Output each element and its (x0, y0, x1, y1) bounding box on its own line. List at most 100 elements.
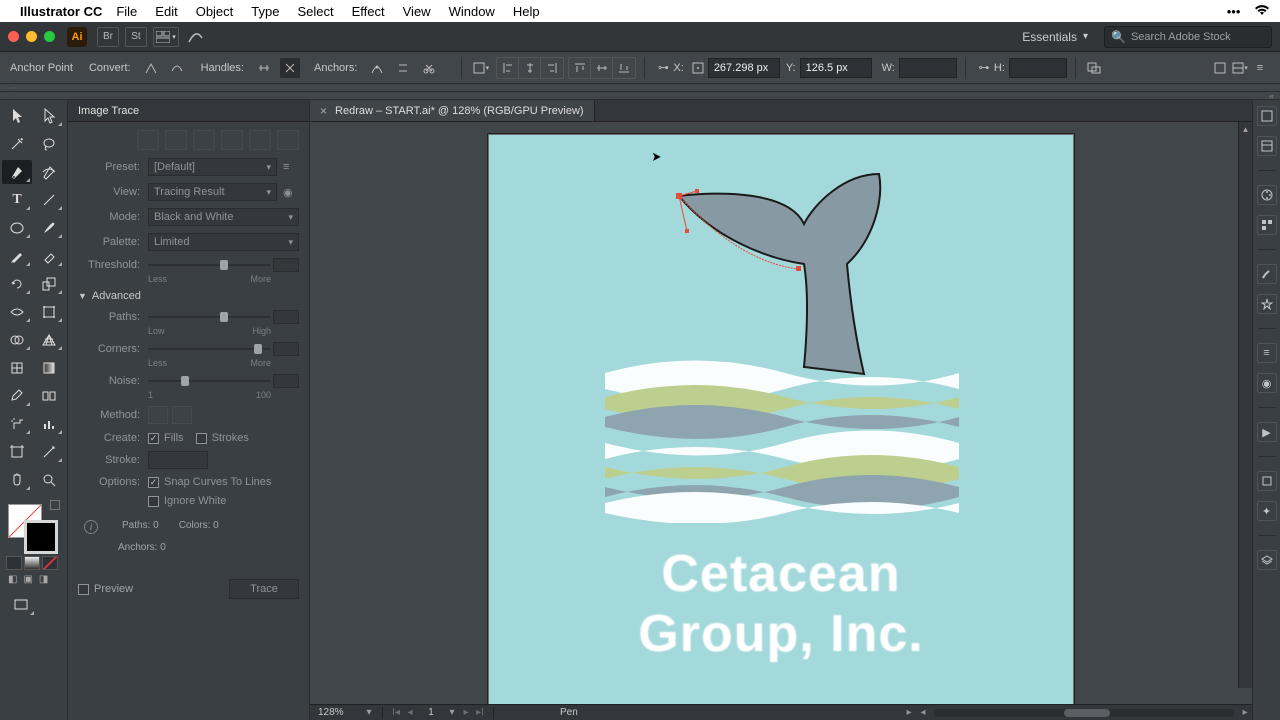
ellipsis-icon[interactable]: ••• (1227, 4, 1241, 19)
preset-lowcolor-button[interactable] (193, 130, 215, 150)
menu-select[interactable]: Select (297, 4, 333, 19)
scale-tool[interactable] (34, 272, 64, 296)
vertical-scrollbar[interactable]: ▴ (1238, 122, 1252, 688)
stock-button[interactable]: St (125, 27, 147, 47)
close-tab-icon[interactable]: × (320, 104, 327, 118)
align-right-button[interactable] (541, 58, 563, 78)
align-bottom-button[interactable] (613, 58, 635, 78)
color-panel-icon[interactable] (1257, 185, 1277, 205)
eyedropper-tool[interactable] (2, 384, 32, 408)
show-handles-button[interactable] (254, 58, 274, 78)
play-action-icon[interactable]: ▶ (1257, 422, 1277, 442)
column-graph-tool[interactable] (34, 412, 64, 436)
noise-slider[interactable] (148, 374, 299, 388)
canvas[interactable]: ➤ (310, 122, 1252, 704)
zoom-level[interactable]: 128% (318, 707, 362, 718)
menu-edit[interactable]: Edit (155, 4, 177, 19)
window-minimize-button[interactable] (26, 31, 37, 42)
menu-help[interactable]: Help (513, 4, 540, 19)
fills-checkbox[interactable] (148, 433, 159, 444)
palette-select[interactable]: Limited▾ (148, 233, 299, 251)
gradient-tool[interactable] (34, 356, 64, 380)
method-overlap-button[interactable] (172, 406, 192, 424)
zoom-tool[interactable] (34, 468, 64, 492)
libraries-panel-icon[interactable] (1257, 106, 1277, 126)
preset-bw-button[interactable] (249, 130, 271, 150)
preset-auto-button[interactable] (137, 130, 159, 150)
shape-builder-tool[interactable] (2, 328, 32, 352)
properties-panel-icon[interactable] (1257, 136, 1277, 156)
free-transform-tool[interactable] (34, 300, 64, 324)
workspace-selector[interactable]: Essentials ▾ (1022, 30, 1088, 44)
hscroll-right-arrow[interactable]: ▸ (1238, 707, 1252, 718)
slice-tool[interactable] (34, 440, 64, 464)
snap-curves-checkbox[interactable] (148, 477, 159, 488)
color-mode-gradient[interactable] (24, 556, 40, 570)
blend-tool[interactable] (34, 384, 64, 408)
pen-tool[interactable] (2, 160, 32, 184)
eraser-tool[interactable] (34, 244, 64, 268)
preset-select[interactable]: [Default]▾ (148, 158, 277, 176)
view-select[interactable]: Tracing Result▾ (148, 183, 277, 201)
remove-anchor-button[interactable] (367, 58, 387, 78)
window-zoom-button[interactable] (44, 31, 55, 42)
trace-button[interactable]: Trace (229, 579, 299, 599)
magic-wand-tool[interactable] (2, 132, 32, 156)
stock-search-field[interactable]: 🔍 Search Adobe Stock (1104, 26, 1272, 48)
gpu-preview-icon[interactable] (185, 27, 207, 47)
align-hcenter-button[interactable] (519, 58, 541, 78)
strokes-checkbox[interactable] (196, 433, 207, 444)
menu-file[interactable]: File (116, 4, 137, 19)
selection-tool[interactable] (2, 104, 32, 128)
artboard-number[interactable]: 1 (417, 707, 445, 718)
first-artboard-button[interactable]: I◂ (389, 707, 403, 718)
method-abutting-button[interactable] (148, 406, 168, 424)
link-xy-icon[interactable]: ⊶ (653, 58, 673, 78)
preset-highcolor-button[interactable] (165, 130, 187, 150)
bridge-button[interactable]: Br (97, 27, 119, 47)
image-trace-tab[interactable]: Image Trace (68, 100, 309, 122)
app-menu[interactable]: Illustrator CC (20, 4, 102, 19)
menu-effect[interactable]: Effect (352, 4, 385, 19)
curvature-tool[interactable] (34, 160, 64, 184)
preset-outline-button[interactable] (277, 130, 299, 150)
hscroll-left-arrow2[interactable]: ◂ (916, 707, 930, 718)
menu-view[interactable]: View (403, 4, 431, 19)
panel-menu-icon[interactable]: ≡ (1250, 58, 1270, 78)
menu-object[interactable]: Object (196, 4, 234, 19)
horizontal-scrollbar[interactable] (934, 709, 1234, 717)
stroke-width-field[interactable] (148, 451, 208, 469)
symbols-panel-icon[interactable] (1257, 294, 1277, 314)
artboard-dropdown-icon[interactable]: ▾ (445, 707, 459, 718)
cut-path-button[interactable] (419, 58, 439, 78)
paintbrush-tool[interactable] (34, 216, 64, 240)
draw-mode-icon[interactable]: ◧ (8, 574, 17, 585)
screen-mode-strip[interactable]: ◧▣◨ (2, 570, 65, 589)
appearance-panel-icon[interactable]: ◉ (1257, 373, 1277, 393)
mesh-tool[interactable] (2, 356, 32, 380)
dock-grip-left[interactable]: ∙∙ (0, 84, 1280, 92)
remove-handles-button[interactable] (280, 58, 300, 78)
isolate-button[interactable]: ▾ (470, 58, 490, 78)
h-field[interactable] (1009, 58, 1067, 78)
align-left-button[interactable] (497, 58, 519, 78)
hand-tool[interactable] (2, 468, 32, 492)
mode-select[interactable]: Black and White▾ (148, 208, 299, 226)
preset-menu-icon[interactable]: ≡ (283, 161, 299, 173)
pencil-tool[interactable] (2, 244, 32, 268)
shape-mode-button[interactable] (1084, 58, 1104, 78)
lasso-tool[interactable] (34, 132, 64, 156)
menu-type[interactable]: Type (251, 4, 279, 19)
direct-selection-tool[interactable] (34, 104, 64, 128)
brushes-panel-icon[interactable] (1257, 264, 1277, 284)
w-field[interactable] (899, 58, 957, 78)
align-panel-icon[interactable]: ✦ (1257, 501, 1277, 521)
zoom-dropdown-icon[interactable]: ▾ (362, 707, 376, 718)
arrange-documents-button[interactable]: ▾ (153, 27, 179, 47)
prev-artboard-button[interactable]: ◂ (403, 707, 417, 718)
stroke-panel-icon[interactable]: ≡ (1257, 343, 1277, 363)
connect-anchor-button[interactable] (393, 58, 413, 78)
threshold-slider[interactable] (148, 258, 299, 272)
panel-toggle-1[interactable] (1210, 58, 1230, 78)
last-artboard-button[interactable]: ▸I (473, 707, 487, 718)
